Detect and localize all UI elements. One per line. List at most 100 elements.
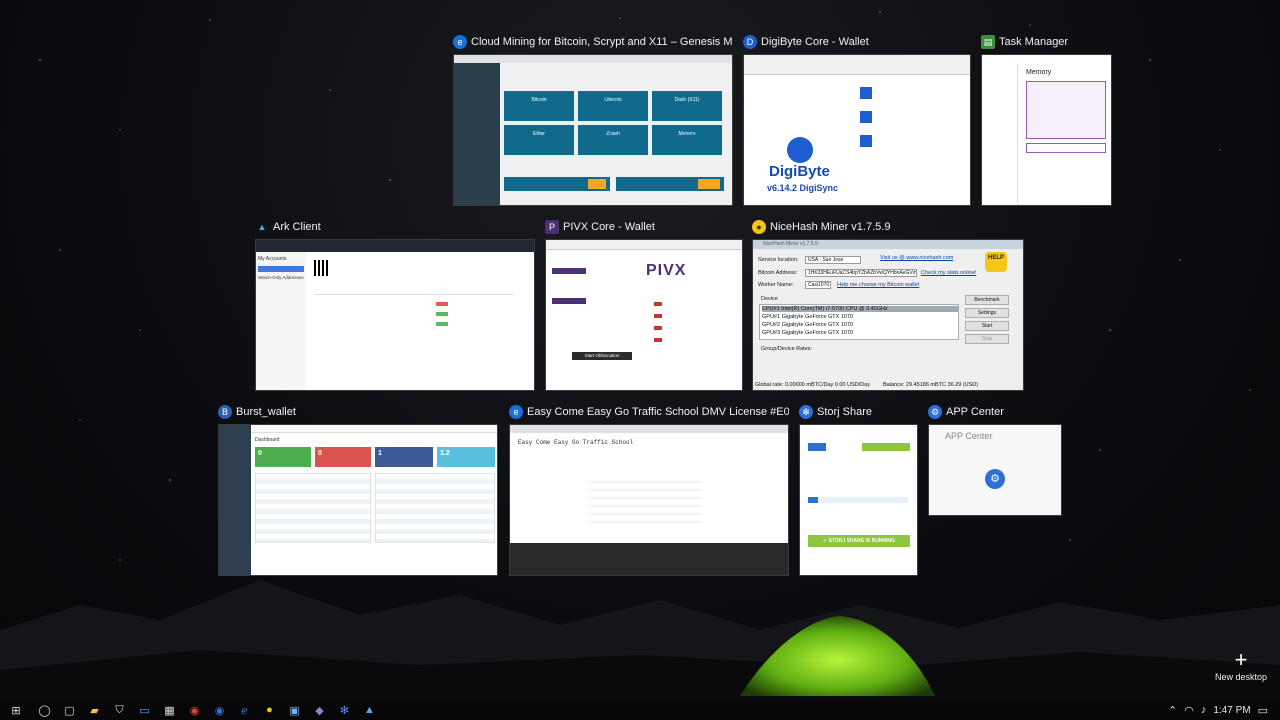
edge-icon[interactable]: ℯ <box>232 700 257 720</box>
wallet-help-link: Help me choose my Bitcoin wallet <box>837 282 920 288</box>
chevron-up-icon[interactable]: ⌃ <box>1168 704 1177 717</box>
service-select: USA - San Jose <box>805 256 861 264</box>
windows-start-icon[interactable]: ⊞ <box>0 700 32 720</box>
task-view-icon[interactable]: ▢ <box>57 700 82 720</box>
window-preview: APP Center ⚙ <box>928 424 1062 516</box>
task-manager-icon: ▤ <box>981 35 995 49</box>
window-tile-genesis-mining[interactable]: e Cloud Mining for Bitcoin, Scrypt and X… <box>453 32 733 206</box>
device-label: Device <box>761 296 778 302</box>
digibyte-icon[interactable]: ◉ <box>207 700 232 720</box>
worker-field: Casi1070 <box>805 281 831 289</box>
window-title: Task Manager <box>999 36 1069 48</box>
hashrate-card: Monero <box>652 125 722 155</box>
new-desktop-button[interactable]: + New desktop <box>1214 647 1268 683</box>
app-center-logo-icon: ⚙ <box>985 469 1005 489</box>
pivx-logo: PIVX <box>646 262 687 279</box>
window-preview: DigiByte v6.14.2 DigiSync <box>743 54 971 206</box>
group-rates-label: Group/Device Rates: <box>761 346 813 352</box>
app-center-icon: ⚙ <box>928 405 942 419</box>
window-preview: Memory <box>981 54 1112 206</box>
volume-icon[interactable]: ♪ <box>1201 704 1207 716</box>
stop-button: Stop <box>965 334 1009 344</box>
start-button: Start <box>965 321 1009 331</box>
storj-icon[interactable]: ✻ <box>332 700 357 720</box>
visit-link: Visit us @ www.nicehash.com <box>880 255 954 261</box>
hashrate-card: Dash (X11) <box>652 91 722 121</box>
app-center-title: APP Center <box>945 431 993 441</box>
worker-label: Worker Name: <box>758 282 794 288</box>
window-title: NiceHash Miner v1.7.5.9 <box>770 221 891 233</box>
window-preview: My Accounts Watch-Only Addresses <box>255 239 535 391</box>
window-tile-storj-share[interactable]: ✻ Storj Share ✔ STORJ SHARE IS RUNNING <box>799 402 918 576</box>
nicehash-icon[interactable]: ● <box>257 700 282 720</box>
window-preview: Easy Come Easy Go Traffic School <box>509 424 789 576</box>
sidebar <box>454 63 500 205</box>
window-title: PIVX Core - Wallet <box>563 221 655 233</box>
hashrate-card: Zcash <box>578 125 648 155</box>
start-obfuscation-button: Start Obfuscation <box>572 352 632 360</box>
hashrate-card: Ether <box>504 125 574 155</box>
window-tile-burst-wallet[interactable]: B Burst_wallet Dashboard 0 0 1 1.2 <box>218 402 498 576</box>
clock[interactable]: 1:47 PM <box>1213 705 1250 716</box>
window-title: Cloud Mining for Bitcoin, Scrypt and X11… <box>471 36 733 48</box>
check-stats-link: Check my stats online! <box>921 270 977 276</box>
wifi-icon[interactable]: ◠ <box>1184 704 1194 717</box>
green-tent <box>740 616 935 696</box>
chrome-icon[interactable]: ◉ <box>182 700 207 720</box>
orange-button <box>698 179 720 189</box>
site-heading: Easy Come Easy Go Traffic School <box>518 439 634 446</box>
qr-code <box>314 260 330 276</box>
window-tile-traffic-school[interactable]: e Easy Come Easy Go Traffic School DMV L… <box>509 402 789 576</box>
store-icon[interactable]: ⛉ <box>107 700 132 720</box>
btc-label: Bitcoin Address: <box>758 270 798 276</box>
taskbar: ⊞ ◯ ▢ ▰ ⛉ ▭ ▦ ◉ ◉ ℯ ● ▣ ◆ ✻ ▲ ⌃ ◠ ♪ 1:47… <box>0 700 1280 720</box>
window-title: DigiByte Core - Wallet <box>761 36 869 48</box>
settings-button: Settings <box>965 308 1009 318</box>
plus-icon: + <box>1234 647 1248 672</box>
device-row: CPU#1 Intel(R) Core(TM) i7-6700 CPU @ 3.… <box>762 306 958 312</box>
window-tile-digibyte[interactable]: D DigiByte Core - Wallet DigiByte v6.14.… <box>743 32 971 206</box>
device-row: GPU#2 Gigabyte GeForce GTX 1070 <box>762 322 854 328</box>
orange-button <box>588 179 606 189</box>
window-preview: Bitcoin Litecoin Dash (X11) Ether Zcash … <box>453 54 733 206</box>
storj-running-status: ✔ STORJ SHARE IS RUNNING <box>808 535 910 547</box>
window-preview: ✔ STORJ SHARE IS RUNNING <box>799 424 918 576</box>
window-title: Ark Client <box>273 221 321 233</box>
inner-title-bar: NiceHash Miner v1.7.5.9 <box>753 240 1023 249</box>
ark-icon[interactable]: ▲ <box>357 700 382 720</box>
storj-icon: ✻ <box>799 405 813 419</box>
digibyte-logo-text: DigiByte <box>769 163 830 180</box>
edge-icon: e <box>453 35 467 49</box>
file-explorer-icon[interactable]: ▰ <box>82 700 107 720</box>
window-tile-app-center[interactable]: ⚙ APP Center APP Center ⚙ <box>928 402 1062 516</box>
window-preview: Dashboard 0 0 1 1.2 <box>218 424 498 576</box>
balance: Balance: 29.45186 mBTC 36.29 (USD) <box>883 382 979 388</box>
digibyte-logo-icon <box>787 137 813 163</box>
device-row: GPU#1 Gigabyte GeForce GTX 1070 <box>762 314 854 320</box>
pivx-icon: P <box>545 220 559 234</box>
service-label: Service location: <box>758 257 799 263</box>
window-tile-task-manager[interactable]: ▤ Task Manager Memory <box>981 32 1112 206</box>
notification-icon[interactable]: ▭ <box>1258 704 1268 717</box>
memory-heading: Memory <box>1026 69 1052 76</box>
network-icon[interactable]: ▣ <box>282 700 307 720</box>
version-label: v6.14.2 DigiSync <box>767 183 839 193</box>
window-title: APP Center <box>946 406 1004 418</box>
stat-card: 1.2 <box>437 447 495 467</box>
nicehash-icon: ● <box>752 220 766 234</box>
stat-card: 0 <box>315 447 371 467</box>
hashrate-card: Litecoin <box>578 91 648 121</box>
digibyte-icon: D <box>743 35 757 49</box>
window-title: Storj Share <box>817 406 873 418</box>
window-tile-pivx-wallet[interactable]: P PIVX Core - Wallet PIVX Start Obfuscat… <box>545 217 743 391</box>
sidebar-item: Watch-Only Addresses <box>258 275 304 280</box>
pc-icon[interactable]: ▭ <box>132 700 157 720</box>
dashboard-heading: Dashboard <box>255 437 280 443</box>
calculator-icon[interactable]: ▦ <box>157 700 182 720</box>
pivx-icon[interactable]: ◆ <box>307 700 332 720</box>
edge-icon: e <box>509 405 523 419</box>
cortana-icon[interactable]: ◯ <box>32 700 57 720</box>
window-tile-ark-client[interactable]: ▲ Ark Client My Accounts Watch-Only Addr… <box>255 217 535 391</box>
help-badge-icon: HELP <box>985 252 1007 272</box>
window-tile-nicehash-miner[interactable]: ● NiceHash Miner v1.7.5.9 NiceHash Miner… <box>752 217 1024 391</box>
